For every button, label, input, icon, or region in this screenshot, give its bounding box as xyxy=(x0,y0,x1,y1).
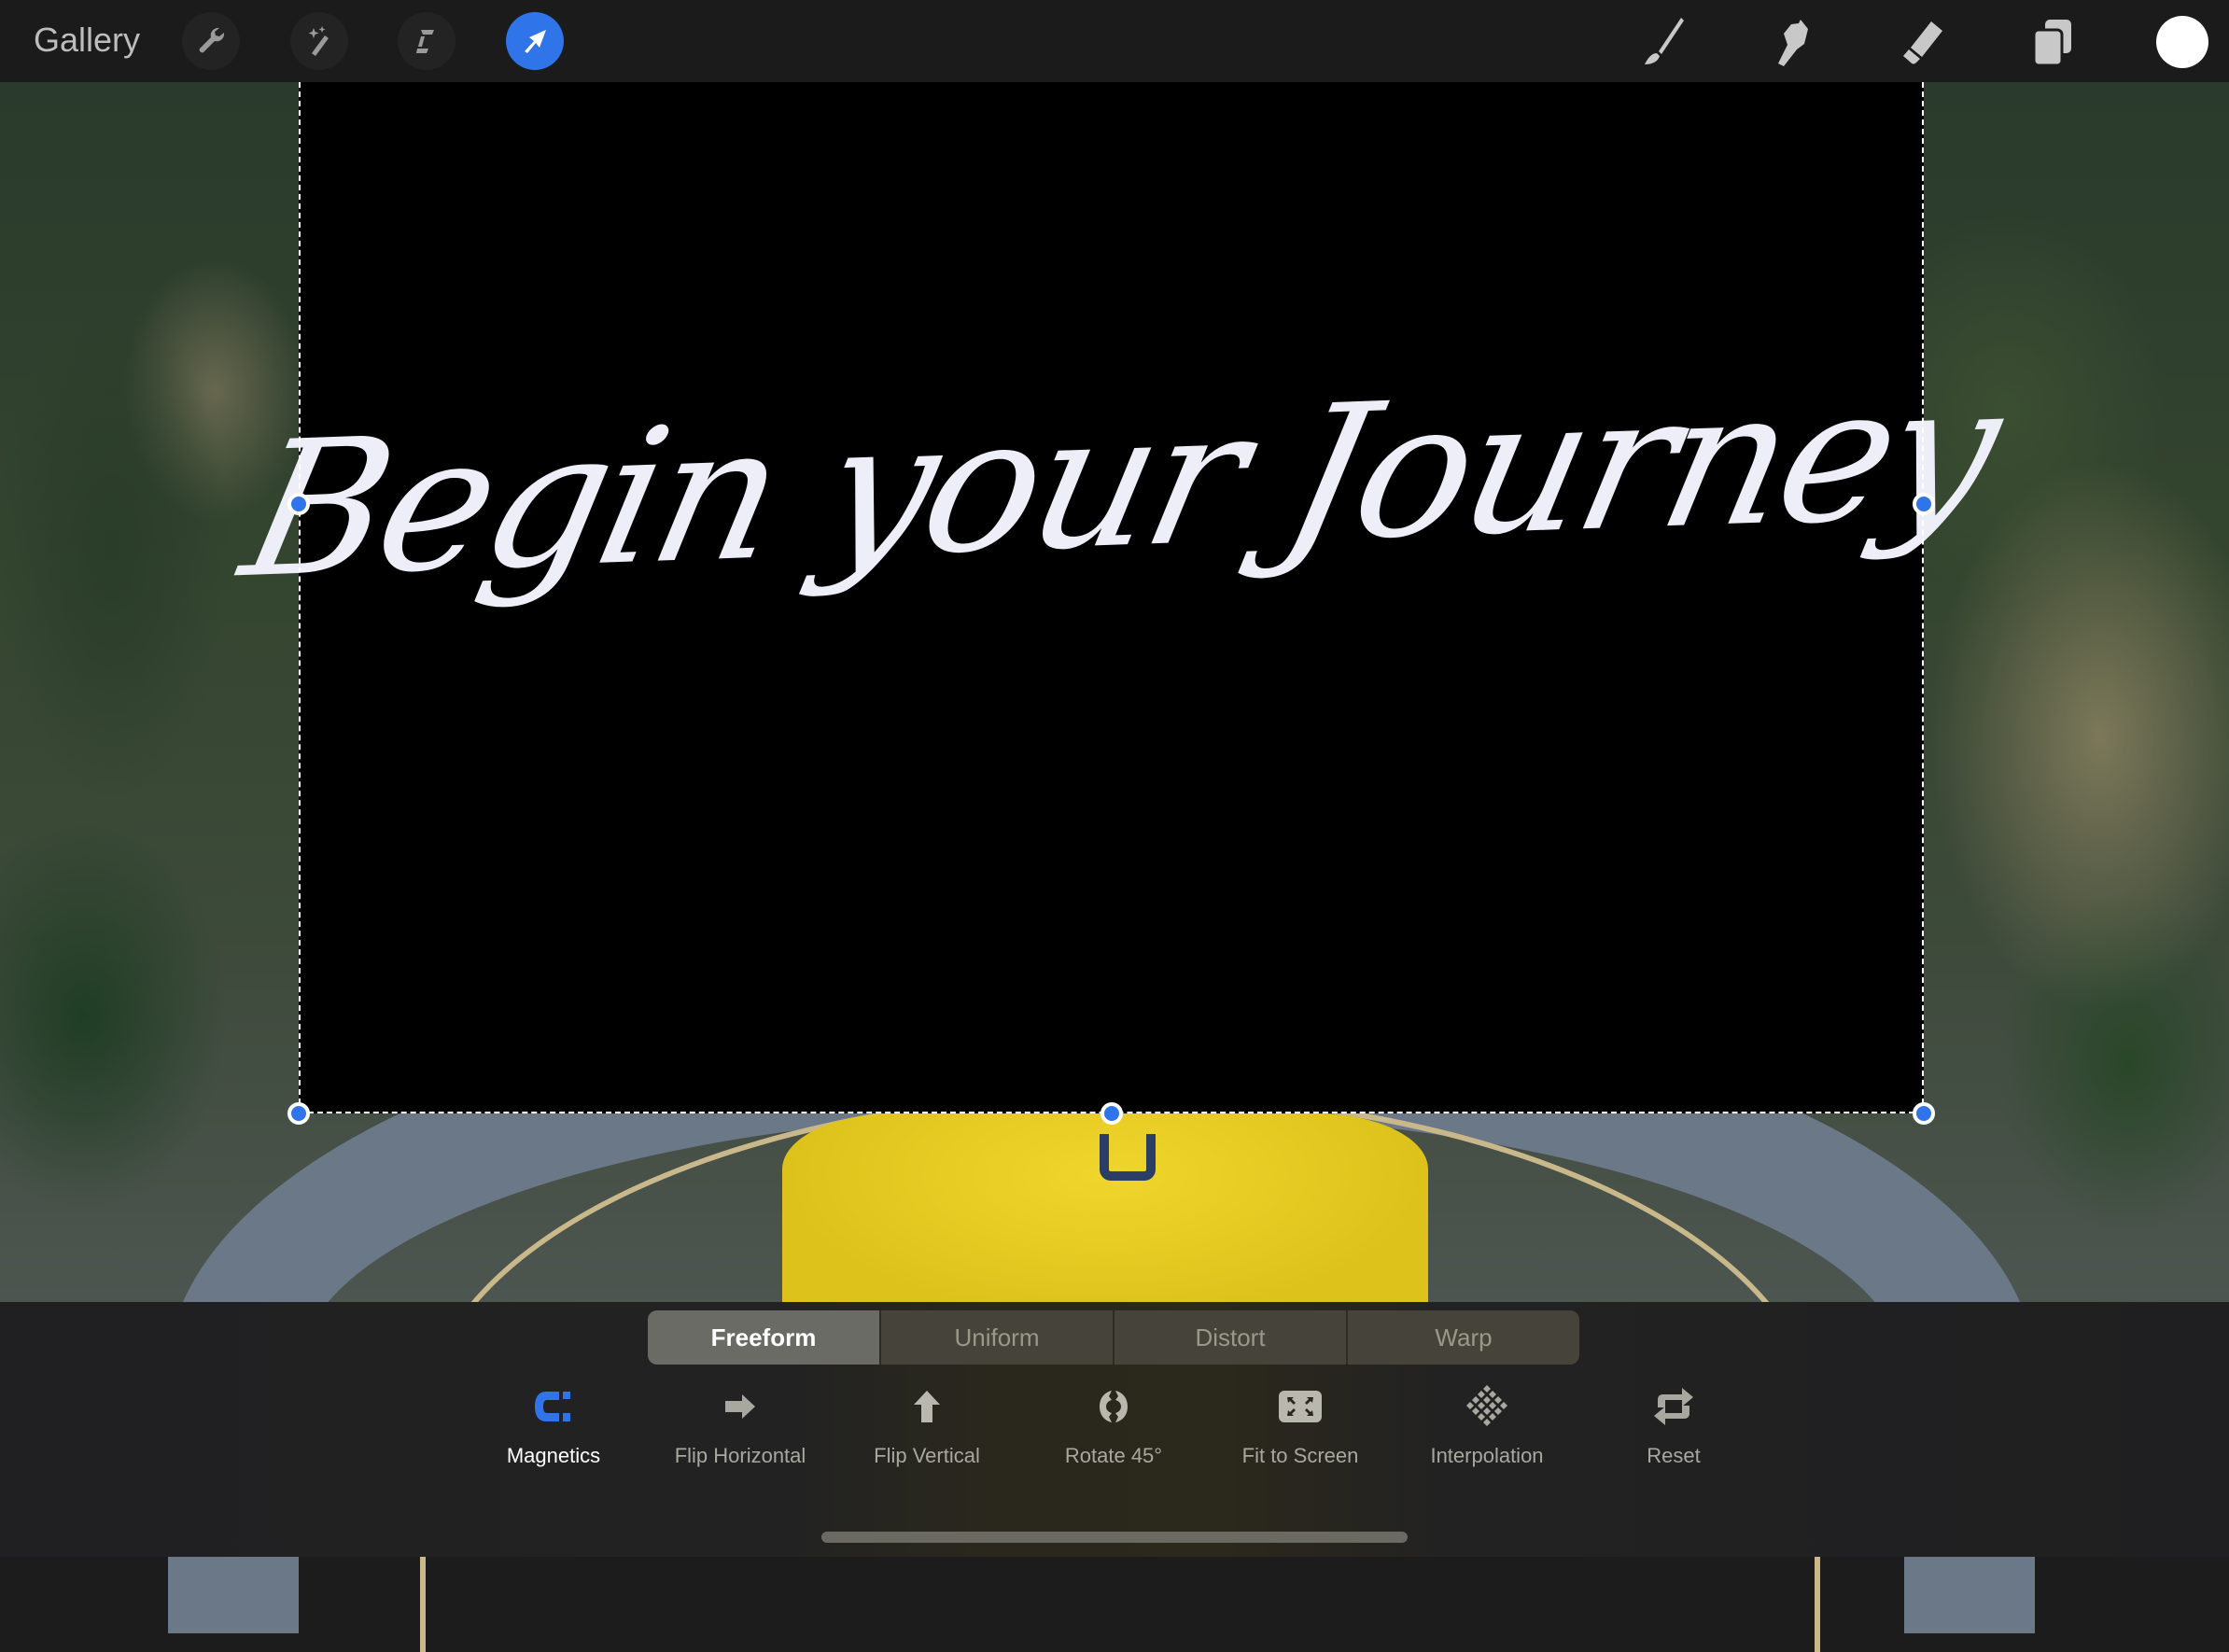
transform-handle-bottom-left[interactable] xyxy=(287,1102,310,1125)
transform-mode-selector: Freeform Uniform Distort Warp xyxy=(648,1310,1579,1365)
arrow-right-icon xyxy=(723,1393,757,1425)
interpolation-button[interactable]: Interpolation xyxy=(1394,1384,1580,1468)
transform-button[interactable] xyxy=(506,12,564,70)
mode-warp[interactable]: Warp xyxy=(1346,1310,1579,1365)
fit-to-screen-label: Fit to Screen xyxy=(1241,1444,1359,1467)
magnetics-button[interactable]: Magnetics xyxy=(460,1386,647,1468)
gallery-button[interactable]: Gallery xyxy=(34,21,140,60)
mode-uniform[interactable]: Uniform xyxy=(879,1310,1113,1365)
color-picker-button[interactable] xyxy=(2156,16,2208,68)
rotate-icon xyxy=(1097,1388,1130,1430)
magnetics-label: Magnetics xyxy=(506,1444,601,1467)
transform-handle-middle-left[interactable] xyxy=(287,493,310,515)
flip-vertical-label: Flip Vertical xyxy=(874,1444,980,1467)
rotate-45-button[interactable]: Rotate 45° xyxy=(1020,1386,1207,1468)
wrench-icon xyxy=(192,22,230,60)
lettering-text: Begin your Journey xyxy=(227,342,2013,620)
interpolation-label: Interpolation xyxy=(1430,1444,1544,1467)
flip-horizontal-label: Flip Horizontal xyxy=(674,1444,806,1467)
brush-icon xyxy=(1634,14,1690,70)
magnet-icon xyxy=(533,1390,574,1428)
mode-freeform[interactable]: Freeform xyxy=(648,1310,879,1365)
reset-icon xyxy=(1652,1385,1695,1433)
home-indicator[interactable] xyxy=(821,1532,1408,1543)
arrow-cursor-icon xyxy=(516,22,554,60)
actions-button[interactable] xyxy=(182,12,240,70)
transform-handle-bottom-right[interactable] xyxy=(1913,1102,1935,1125)
arrow-up-icon xyxy=(912,1389,942,1429)
transform-tools-row: Magnetics Flip Horizontal Flip Vertical … xyxy=(0,1384,2229,1470)
transform-handle-bottom-center[interactable] xyxy=(1100,1102,1123,1125)
rotate-45-label: Rotate 45° xyxy=(1064,1444,1163,1467)
adjustments-button[interactable] xyxy=(290,12,348,70)
layers-button[interactable] xyxy=(2024,13,2082,71)
flip-vertical-button[interactable]: Flip Vertical xyxy=(834,1386,1020,1468)
magic-wand-icon xyxy=(301,22,338,60)
mode-distort[interactable]: Distort xyxy=(1113,1310,1346,1365)
eraser-icon xyxy=(1894,14,1950,70)
top-toolbar: Gallery xyxy=(0,0,2229,82)
reset-label: Reset xyxy=(1647,1444,1701,1467)
fit-to-screen-button[interactable]: Fit to Screen xyxy=(1207,1386,1394,1468)
selection-button[interactable] xyxy=(398,12,456,70)
transform-handle-middle-right[interactable] xyxy=(1913,493,1935,515)
reset-button[interactable]: Reset xyxy=(1580,1386,1767,1468)
interpolation-icon xyxy=(1466,1384,1507,1434)
eraser-button[interactable] xyxy=(1893,13,1951,71)
smudge-finger-icon xyxy=(1763,14,1819,70)
flip-horizontal-button[interactable]: Flip Horizontal xyxy=(647,1386,834,1468)
jacket-hanger-loop xyxy=(1100,1134,1156,1181)
layers-icon xyxy=(2025,14,2081,70)
selection-s-icon xyxy=(408,22,445,60)
smudge-button[interactable] xyxy=(1762,13,1820,71)
brush-button[interactable] xyxy=(1633,13,1691,71)
fit-screen-icon xyxy=(1278,1390,1323,1428)
